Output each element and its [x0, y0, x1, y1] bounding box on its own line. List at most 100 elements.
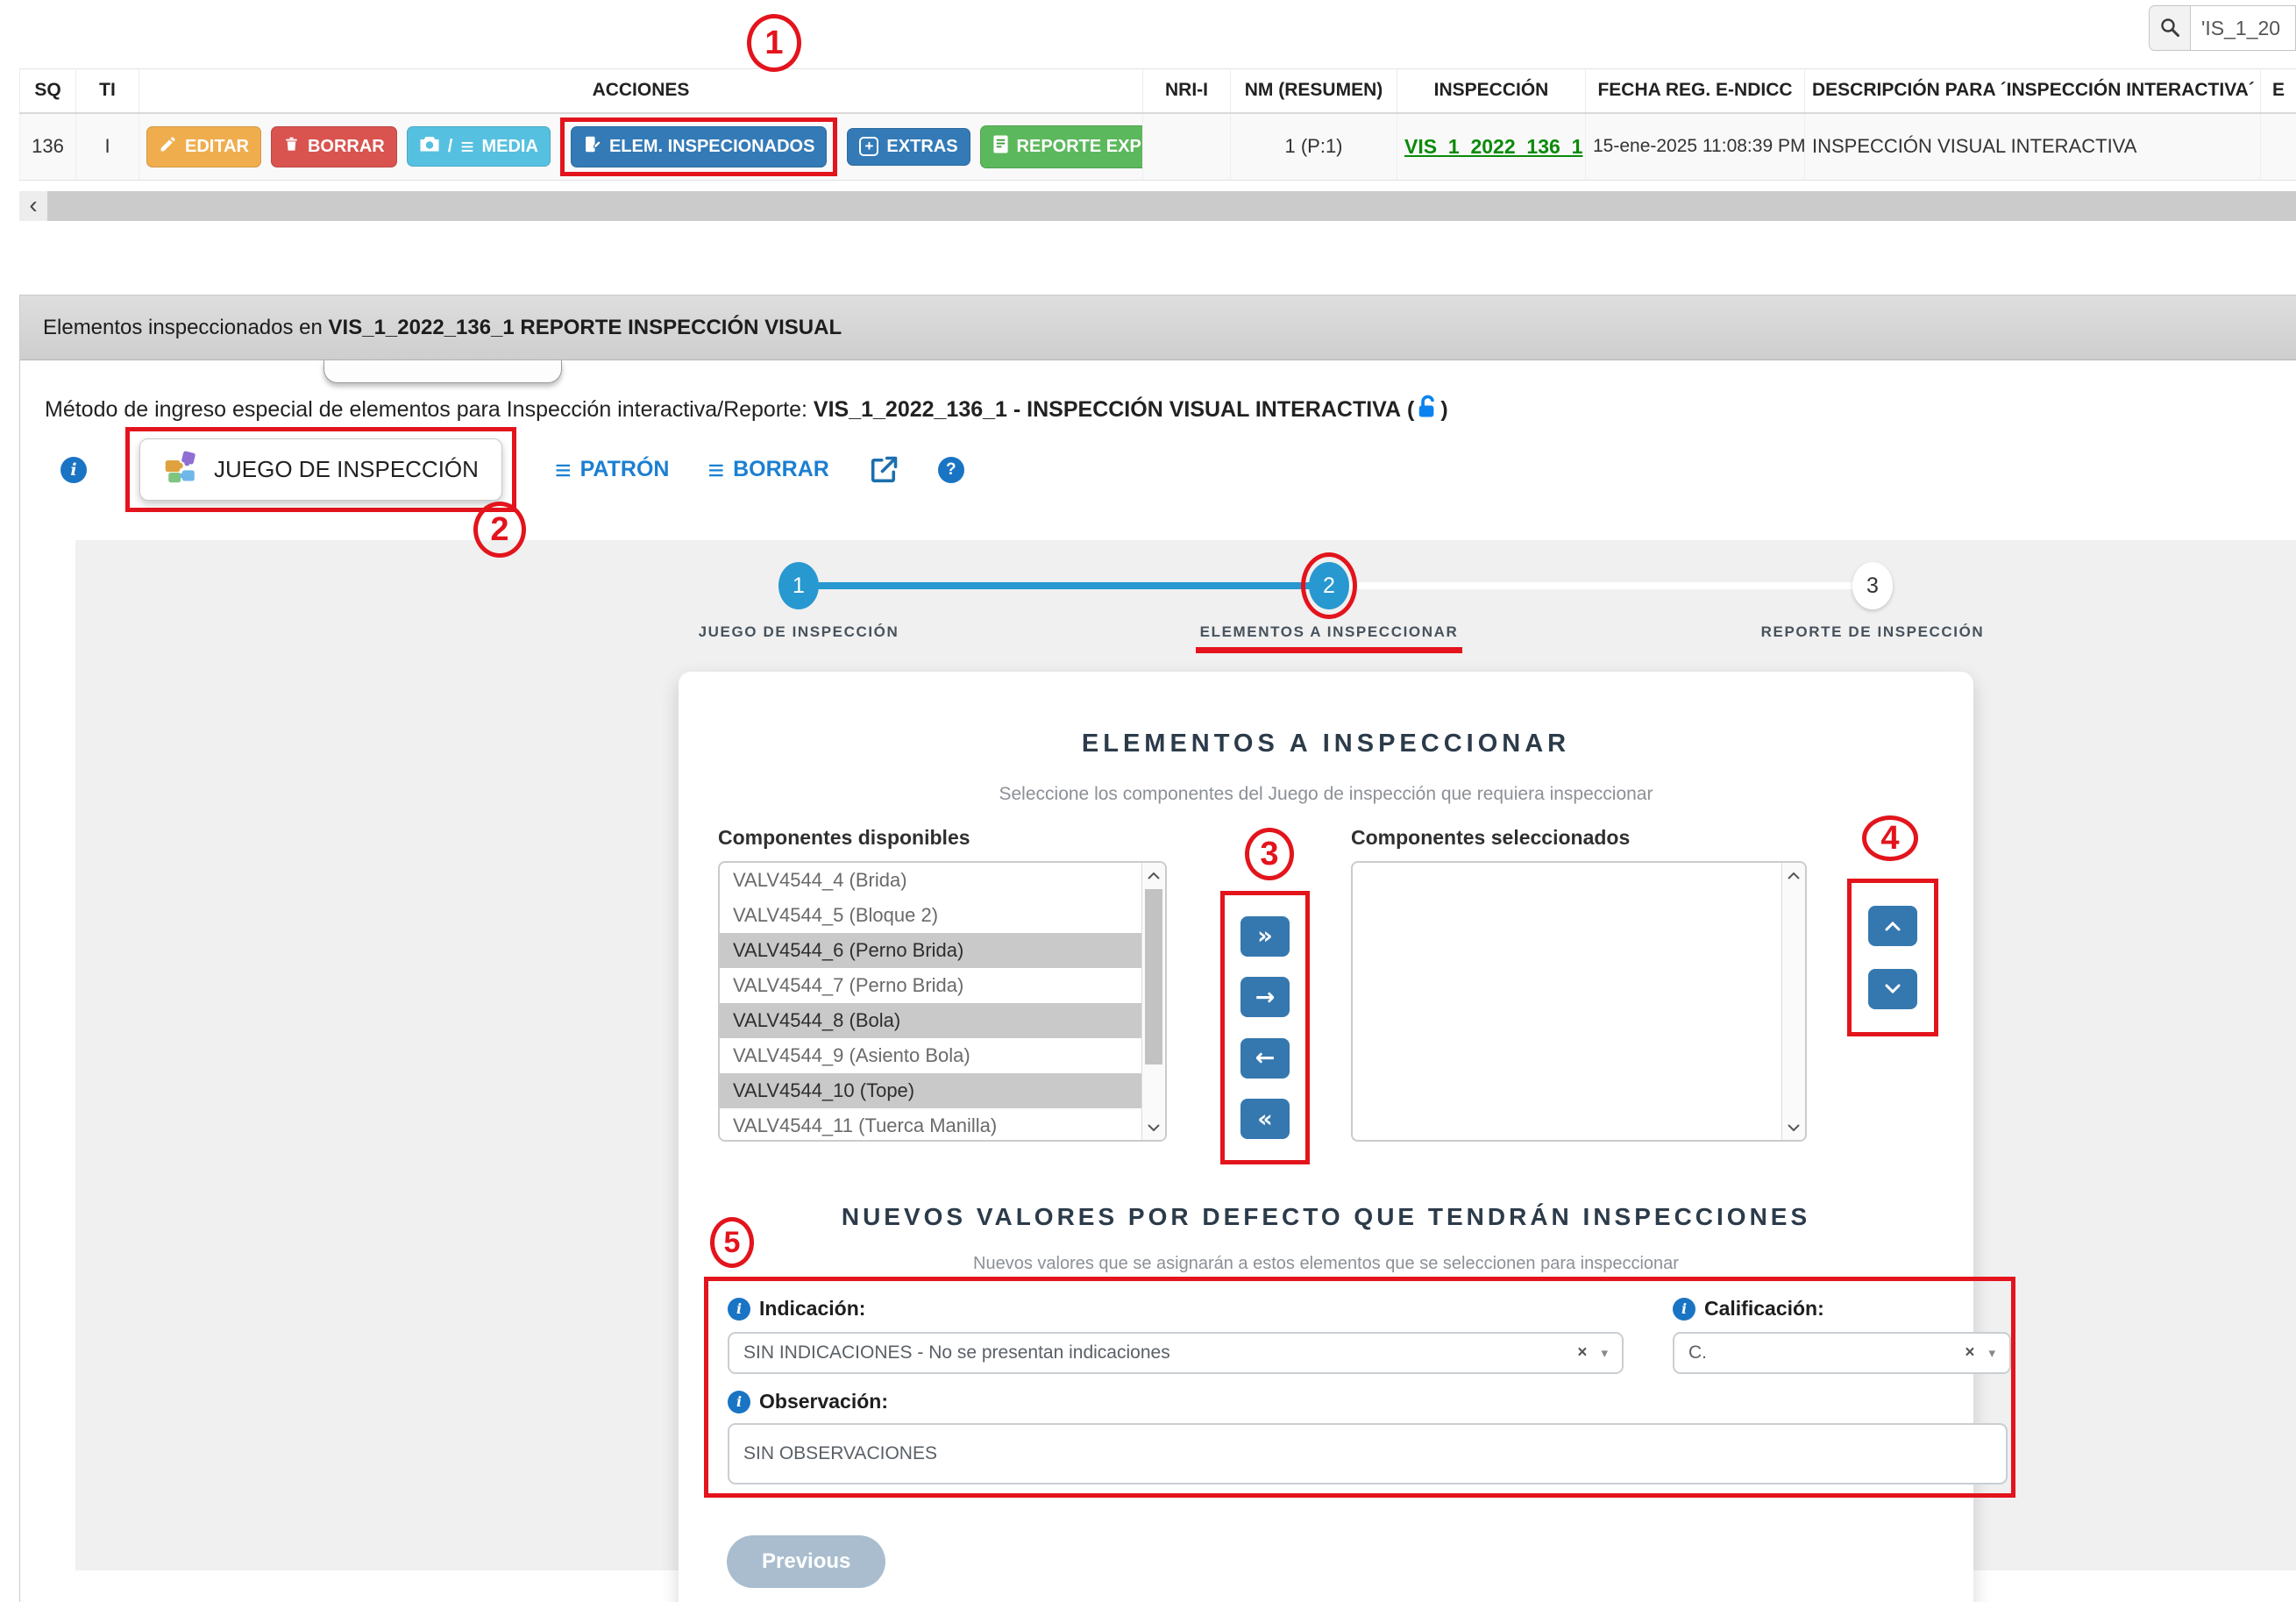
- annotation-ring-step-2: [1301, 552, 1357, 619]
- step-reporte-de-inspeccion: 3 REPORTE DE INSPECCIÓN: [1680, 562, 2065, 641]
- external-link-icon[interactable]: [868, 454, 899, 486]
- list-item[interactable]: VALV4544_5 (Bloque 2): [720, 898, 1141, 933]
- step-3-circle[interactable]: 3: [1852, 562, 1893, 609]
- calificacion-label: i Calificación:: [1673, 1297, 1824, 1321]
- info-icon[interactable]: i: [728, 1298, 750, 1321]
- borrar-button[interactable]: BORRAR: [271, 126, 397, 167]
- juego-de-inspeccion-button[interactable]: JUEGO DE INSPECCIÓN: [139, 438, 502, 501]
- clear-icon[interactable]: ×: [1965, 1343, 1974, 1363]
- annotation-box-default-fields: i Indicación: SIN INDICACIONES - No se p…: [704, 1277, 2015, 1498]
- plus-square-icon: +: [859, 137, 878, 156]
- available-list-scrollbar: [1141, 863, 1165, 1140]
- e-cell: [2261, 113, 2296, 181]
- selected-list: [1353, 863, 1781, 1140]
- wizard-area: 1 JUEGO DE INSPECCIÓN 2 ELEMENTOS A INSP…: [75, 540, 2296, 1570]
- editar-button[interactable]: EDITAR: [146, 126, 261, 167]
- move-left-button[interactable]: ←: [1240, 1038, 1290, 1079]
- nri-i-cell: [1143, 113, 1231, 181]
- info-icon[interactable]: i: [728, 1391, 750, 1413]
- available-listbox[interactable]: VALV4544_4 (Brida) VALV4544_5 (Bloque 2)…: [718, 861, 1167, 1142]
- horizontal-scrollbar-thumb[interactable]: [47, 191, 2296, 221]
- move-up-button[interactable]: [1868, 906, 1917, 946]
- list-item[interactable]: VALV4544_11 (Tuerca Manilla): [720, 1108, 1141, 1142]
- search-button[interactable]: [2149, 5, 2191, 51]
- annotation-circle-5: 5: [710, 1217, 754, 1268]
- selected-list-scrollbar: [1781, 863, 1805, 1140]
- annotation-box-transfer-buttons: » → ← «: [1220, 891, 1310, 1164]
- search-icon: [2159, 17, 2180, 40]
- annotation-circle-2: 2: [473, 502, 526, 558]
- defaults-title: NUEVOS VALORES POR DEFECTO QUE TENDRÁN I…: [679, 1203, 1973, 1231]
- list-item[interactable]: VALV4544_4 (Brida): [720, 863, 1141, 898]
- annotation-box-reorder-buttons: [1847, 879, 1938, 1036]
- list-item[interactable]: VALV4544_10 (Tope): [720, 1073, 1141, 1108]
- scrollbar-thumb[interactable]: [1145, 889, 1162, 1064]
- borrar-link[interactable]: ≡ BORRAR: [707, 456, 828, 484]
- report-name: VIS_1_2022_136_1 REPORTE INSPECCIÓN VISU…: [329, 316, 842, 339]
- collapsed-tab[interactable]: [323, 360, 562, 383]
- observacion-input[interactable]: [728, 1423, 2008, 1485]
- bars-icon: ≡: [707, 456, 724, 484]
- patron-link[interactable]: ≡ PATRÓN: [555, 456, 670, 484]
- annotation-circle-3: 3: [1245, 828, 1294, 880]
- table-row: 136 I EDITAR BORRAR: [20, 113, 2296, 181]
- scroll-down-arrow[interactable]: [1142, 1115, 1165, 1140]
- col-nri-i: NRI-I: [1143, 69, 1231, 113]
- col-ti: TI: [76, 69, 139, 113]
- search-bar: [2149, 5, 2296, 51]
- clear-icon[interactable]: ×: [1577, 1343, 1587, 1363]
- extras-button[interactable]: + EXTRAS: [847, 128, 970, 166]
- annotation-underline-step-2: [1196, 647, 1462, 653]
- inspeccion-link[interactable]: VIS_1_2022_136_1: [1404, 135, 1582, 158]
- help-icon[interactable]: ?: [938, 457, 964, 483]
- indicacion-select[interactable]: SIN INDICACIONES - No se presentan indic…: [728, 1332, 1624, 1374]
- unlock-icon: [1414, 402, 1440, 427]
- info-icon[interactable]: i: [60, 457, 87, 483]
- sq-cell: 136: [20, 113, 76, 181]
- calificacion-select[interactable]: C. × ▾: [1673, 1332, 2011, 1374]
- col-fecha: FECHA REG. E-NDICC: [1586, 69, 1805, 113]
- chevron-down-icon: [1882, 976, 1903, 1003]
- chevron-down-icon: ▾: [1988, 1345, 1995, 1361]
- step-1-circle[interactable]: 1: [778, 562, 819, 609]
- scroll-left-arrow[interactable]: ‹: [19, 191, 47, 221]
- move-all-left-button[interactable]: «: [1240, 1099, 1290, 1139]
- defaults-subtitle: Nuevos valores que se asignarán a estos …: [679, 1254, 1973, 1274]
- move-all-right-button[interactable]: »: [1240, 916, 1290, 957]
- scroll-up-arrow[interactable]: [1142, 863, 1165, 887]
- scroll-up-arrow[interactable]: [1782, 863, 1805, 887]
- chevron-down-icon: ▾: [1601, 1345, 1608, 1361]
- move-right-button[interactable]: →: [1240, 977, 1290, 1017]
- list-item[interactable]: VALV4544_8 (Bola): [720, 1003, 1141, 1038]
- list-item[interactable]: VALV4544_9 (Asiento Bola): [720, 1038, 1141, 1073]
- horizontal-scrollbar: ‹: [19, 191, 2296, 221]
- previous-button[interactable]: Previous: [727, 1535, 885, 1588]
- bars-icon: ≡: [555, 456, 572, 484]
- reporte-express-button[interactable]: REPORTE EXPRESS: [980, 125, 1143, 168]
- scroll-down-arrow[interactable]: [1782, 1115, 1805, 1140]
- media-button[interactable]: / ≡ MEDIA: [407, 126, 551, 167]
- puzzle-icon: [163, 449, 200, 490]
- ti-cell: I: [76, 113, 139, 181]
- selected-list-label: Componentes seleccionados: [1351, 826, 1630, 850]
- search-input[interactable]: [2191, 5, 2296, 51]
- list-icon: ≡: [460, 135, 473, 158]
- nm-resumen-cell: 1 (P:1): [1231, 113, 1397, 181]
- metodo-line: Método de ingreso especial de elementos …: [45, 394, 1448, 428]
- list-item[interactable]: VALV4544_7 (Perno Brida): [720, 968, 1141, 1003]
- step-elementos-a-inspeccionar: 2 ELEMENTOS A INSPECCIONAR: [1136, 562, 1522, 653]
- move-down-button[interactable]: [1868, 969, 1917, 1009]
- records-table: SQ TI ACCIONES NRI-I NM (RESUMEN) INSPEC…: [19, 68, 2296, 181]
- panel-header: Elementos inspeccionados en VIS_1_2022_1…: [20, 295, 2296, 360]
- chevron-up-icon: [1882, 913, 1903, 940]
- step-juego-de-inspeccion: 1 JUEGO DE INSPECCIÓN: [606, 562, 992, 641]
- available-list-label: Componentes disponibles: [718, 826, 970, 850]
- descripcion-cell: INSPECCIÓN VISUAL INTERACTIVA: [1805, 113, 2261, 181]
- elem-inspecionados-button[interactable]: ELEM. INSPECIONADOS: [571, 126, 827, 167]
- trash-icon: [283, 135, 300, 159]
- table-header-row: SQ TI ACCIONES NRI-I NM (RESUMEN) INSPEC…: [20, 69, 2296, 113]
- selected-listbox[interactable]: [1351, 861, 1807, 1142]
- col-sq: SQ: [20, 69, 76, 113]
- list-item[interactable]: VALV4544_6 (Perno Brida): [720, 933, 1141, 968]
- info-icon[interactable]: i: [1673, 1298, 1695, 1321]
